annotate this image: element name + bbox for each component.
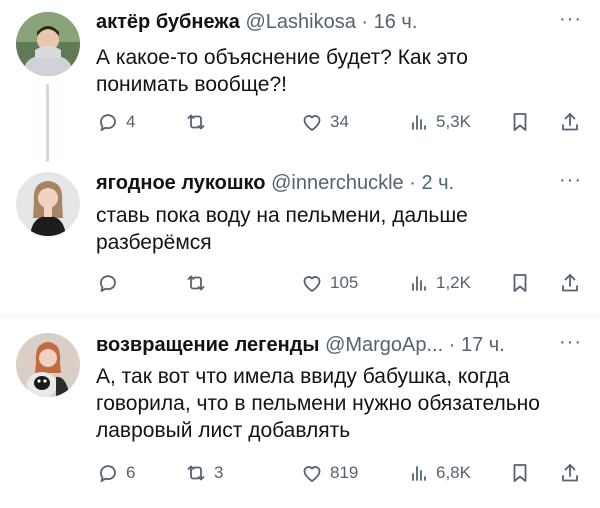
avatar-photo [16, 12, 80, 76]
reply-button[interactable] [96, 271, 126, 295]
share-icon [562, 274, 578, 292]
separator-dot: · [409, 172, 416, 194]
more-options-icon[interactable]: ··· [559, 332, 582, 352]
avatar[interactable] [16, 333, 80, 397]
views-count: 6,8K [436, 463, 471, 482]
views-icon [412, 276, 426, 291]
reply-icon [100, 114, 116, 131]
avatar-photo [16, 333, 80, 397]
avatar[interactable] [16, 172, 80, 236]
action-bar: 4 34 5,3K [96, 110, 584, 134]
share-button[interactable] [558, 461, 582, 485]
username[interactable]: @innerchuckle [271, 172, 404, 194]
views-count: 5,3K [436, 112, 471, 131]
thread-line [46, 84, 49, 162]
tweet-text: ставь пока воду на пельмени, дальше разб… [96, 204, 468, 254]
heart-icon [303, 276, 321, 292]
like-button[interactable]: 105 [300, 271, 358, 295]
bookmark-icon [513, 274, 527, 292]
tweet-text: А, так вот что имела ввиду бабушка, когд… [96, 365, 540, 442]
tweet-header: ягодное лукошко @innerchuckle · 2 ч. [96, 170, 454, 196]
avatar[interactable] [16, 12, 80, 76]
separator-dot: · [361, 11, 369, 33]
views-button[interactable]: 5,3K [406, 110, 471, 134]
share-icon [562, 113, 578, 131]
retweet-icon [187, 275, 205, 291]
bookmark-button[interactable] [508, 461, 532, 485]
action-bar: 6 3 819 6,8K [96, 461, 584, 485]
more-options-icon[interactable]: ··· [559, 170, 582, 190]
retweet-icon [187, 465, 205, 481]
username[interactable]: @MargoAp... [325, 334, 443, 356]
avatar-photo [16, 172, 80, 236]
action-bar: 105 1,2K [96, 271, 584, 295]
timestamp[interactable]: 16 ч. [374, 11, 418, 33]
display-name[interactable]: актёр бубнежа [96, 11, 240, 33]
tweet-2[interactable]: ягодное лукошко @innerchuckle · 2 ч. ···… [0, 170, 600, 315]
reply-count: 6 [126, 463, 136, 482]
like-count: 819 [330, 463, 359, 482]
tweet-header: возвращение легенды @MargoAp... · 17 ч. [96, 332, 505, 358]
retweet-button[interactable] [184, 110, 214, 134]
tweet-1[interactable]: актёр бубнежа @Lashikosa · 16 ч. ··· А к… [0, 0, 600, 170]
reply-button[interactable]: 6 [96, 461, 135, 485]
separator-dot: · [448, 334, 456, 356]
share-icon [562, 464, 578, 482]
tweet-header: актёр бубнежа @Lashikosa · 16 ч. [96, 9, 417, 35]
bookmark-icon [513, 464, 527, 482]
like-button[interactable]: 34 [300, 110, 349, 134]
tweet-text: А какое-то объяснение будет? Как это пон… [96, 46, 468, 96]
retweet-icon [187, 114, 205, 130]
bookmark-icon [513, 113, 527, 131]
bookmark-button[interactable] [508, 271, 532, 295]
share-button[interactable] [558, 271, 582, 295]
reply-count: 4 [126, 112, 136, 131]
reply-icon [100, 275, 116, 292]
like-count: 34 [330, 112, 349, 131]
views-count: 1,2K [436, 273, 471, 292]
heart-icon [303, 115, 321, 131]
timestamp[interactable]: 2 ч. [421, 172, 454, 194]
views-button[interactable]: 1,2K [406, 271, 471, 295]
reply-icon [100, 465, 116, 482]
heart-icon [303, 466, 321, 482]
like-count: 105 [330, 273, 359, 292]
bookmark-button[interactable] [508, 110, 532, 134]
views-icon [412, 466, 426, 481]
views-icon [412, 115, 426, 130]
tweet-3[interactable]: возвращение легенды @MargoAp... · 17 ч. … [0, 316, 600, 508]
display-name[interactable]: ягодное лукошко [96, 172, 266, 194]
retweet-count: 3 [214, 463, 224, 482]
retweet-button[interactable]: 3 [184, 461, 223, 485]
share-button[interactable] [558, 110, 582, 134]
retweet-button[interactable] [184, 271, 214, 295]
display-name[interactable]: возвращение легенды [96, 334, 320, 356]
timestamp[interactable]: 17 ч. [461, 334, 505, 356]
like-button[interactable]: 819 [300, 461, 358, 485]
views-button[interactable]: 6,8K [406, 461, 471, 485]
username[interactable]: @Lashikosa [245, 11, 355, 33]
more-options-icon[interactable]: ··· [559, 9, 582, 29]
reply-button[interactable]: 4 [96, 110, 135, 134]
